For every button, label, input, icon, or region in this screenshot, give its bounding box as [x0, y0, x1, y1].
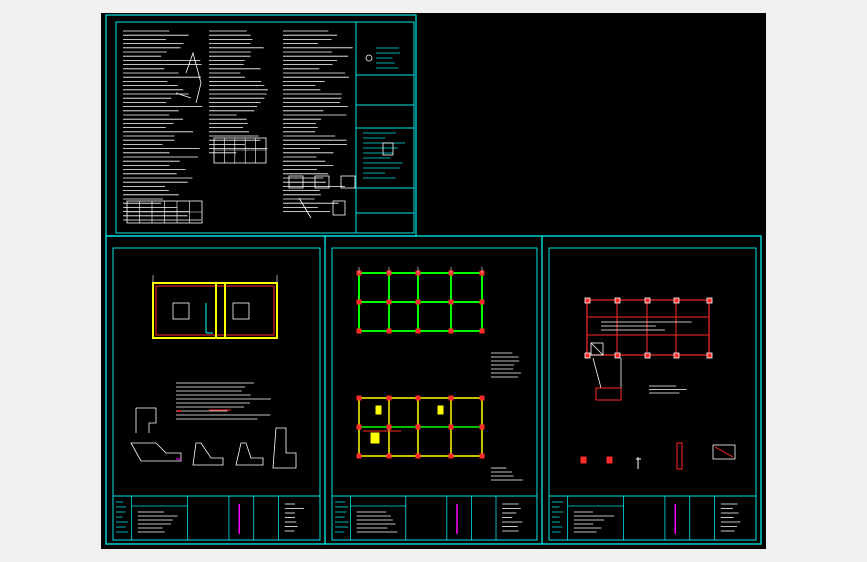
sheet-column-plan — [541, 235, 762, 545]
column-marker — [386, 299, 392, 305]
column-marker — [479, 299, 485, 305]
detail-sketch — [130, 442, 182, 462]
column-marker — [448, 395, 454, 401]
column-marker — [356, 453, 362, 459]
title-strip — [112, 495, 321, 541]
stair-box — [590, 342, 604, 356]
detail-box — [595, 387, 622, 401]
column-marker — [479, 395, 485, 401]
title-strip — [331, 495, 538, 541]
footing — [172, 302, 190, 320]
column-marker — [448, 328, 454, 334]
column-detail — [606, 456, 613, 464]
slab-mark — [370, 432, 380, 444]
column-marker — [479, 328, 485, 334]
column-marker — [614, 297, 621, 304]
column-detail — [714, 446, 734, 458]
detail-sketch — [192, 442, 224, 466]
column-marker — [415, 424, 421, 430]
column-marker — [415, 328, 421, 334]
column-detail — [676, 442, 683, 470]
footing — [232, 302, 250, 320]
column-marker — [706, 297, 713, 304]
column-marker — [415, 453, 421, 459]
column-marker — [448, 424, 454, 430]
column-marker — [479, 424, 485, 430]
sheet-foundation-plan — [105, 235, 326, 545]
column-marker — [584, 297, 591, 304]
column-marker — [448, 453, 454, 459]
column-marker — [386, 395, 392, 401]
column-marker — [356, 299, 362, 305]
column-marker — [415, 395, 421, 401]
column-marker — [386, 328, 392, 334]
column-marker — [673, 352, 680, 359]
sheet-border — [541, 235, 762, 545]
column-marker — [614, 352, 621, 359]
column-marker — [644, 352, 651, 359]
column-grid — [586, 299, 710, 356]
column-marker — [386, 453, 392, 459]
column-marker — [448, 299, 454, 305]
sheet-border — [324, 235, 543, 545]
slab-mark — [437, 405, 444, 415]
title-strip — [548, 495, 757, 541]
column-marker — [706, 352, 713, 359]
column-marker — [673, 297, 680, 304]
column-marker — [356, 328, 362, 334]
column-marker — [584, 352, 591, 359]
sheet-beam-plan — [324, 235, 543, 545]
notes-table — [213, 137, 267, 164]
column-marker — [356, 424, 362, 430]
slab-mark — [375, 405, 382, 415]
cad-drawing — [105, 14, 762, 545]
detail-sketch — [135, 407, 157, 433]
column-marker — [415, 299, 421, 305]
logo-icon — [365, 54, 373, 62]
leader-line — [592, 357, 622, 389]
column-marker — [479, 453, 485, 459]
column-marker — [386, 424, 392, 430]
detail-sketch — [272, 427, 297, 469]
column-marker — [356, 395, 362, 401]
column-marker — [644, 297, 651, 304]
cad-drawing-canvas[interactable] — [101, 13, 766, 549]
column-detail — [580, 456, 587, 464]
detail-sketch — [235, 442, 264, 466]
detail-sketch — [298, 197, 312, 219]
sheet-general-notes — [105, 14, 417, 237]
